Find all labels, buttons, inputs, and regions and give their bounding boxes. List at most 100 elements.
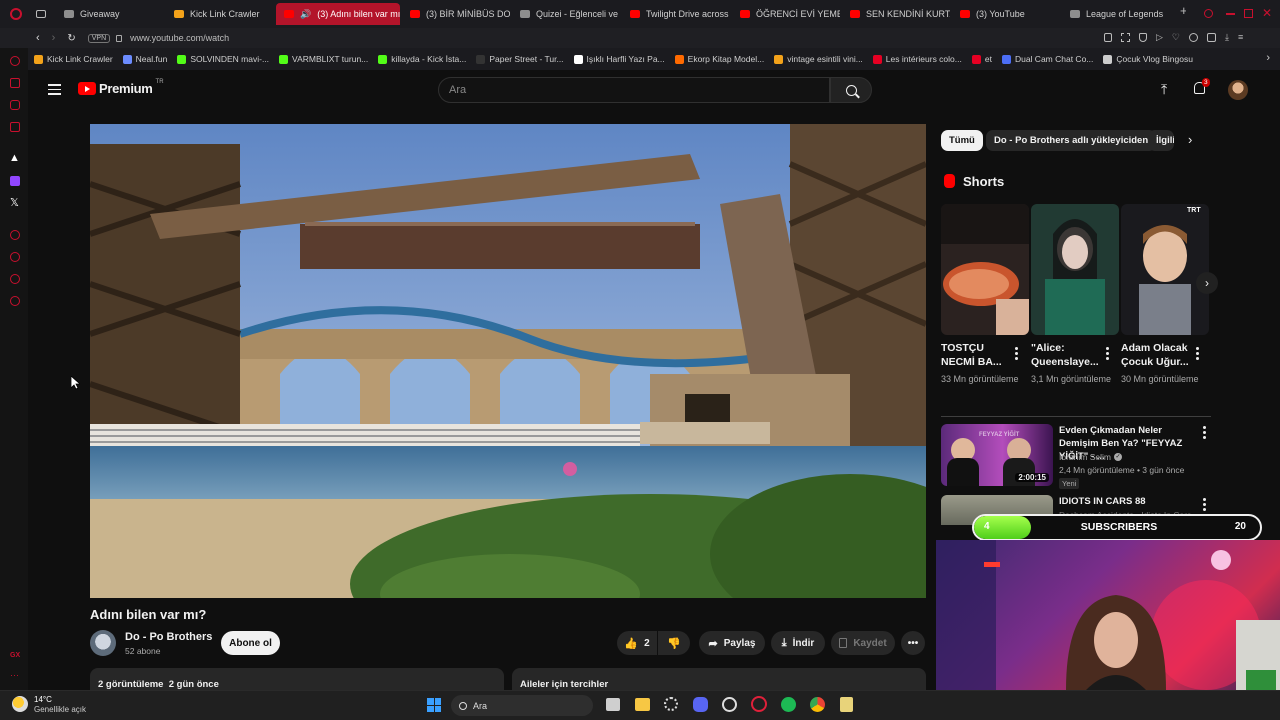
video-player[interactable] <box>90 124 926 598</box>
short-title[interactable]: "Alice: Queenslaye... <box>1031 341 1101 369</box>
tab-twilight-drive[interactable]: Twilight Drive across <box>622 3 730 25</box>
shorts-next-chevron-icon[interactable]: › <box>1196 272 1218 294</box>
bookmark-item[interactable]: vintage esintili vini... <box>774 54 863 64</box>
heart-icon[interactable]: ♡ <box>1172 33 1180 42</box>
tab-sen-kendini[interactable]: SEN KENDİNİ KURTA <box>842 3 950 25</box>
description-box[interactable]: 2 görüntüleme 2 gün önce <box>90 668 504 690</box>
save-button[interactable]: Kaydet <box>831 631 895 655</box>
bookmark-item[interactable]: Neal.fun <box>122 54 167 64</box>
kebab-menu-icon[interactable] <box>1203 426 1206 441</box>
taskbar-search-box[interactable]: Ara <box>451 695 593 716</box>
tab-youtube[interactable]: (3) YouTube <box>952 3 1060 25</box>
messenger-icon[interactable] <box>10 78 20 88</box>
minimize-icon[interactable] <box>1226 13 1235 15</box>
tab-minibus[interactable]: (3) BİR MİNİBÜS DOL <box>402 3 510 25</box>
search-button[interactable] <box>830 77 872 103</box>
short-title[interactable]: TOSTÇU NECMİ BA... <box>941 341 1011 369</box>
tab-kick-link-crawler[interactable]: Kick Link Crawler <box>166 3 274 25</box>
more-actions-button[interactable]: ••• <box>901 631 925 655</box>
x-twitter-icon[interactable]: 𝕏 <box>10 196 19 209</box>
settings-gear-icon[interactable] <box>10 296 20 306</box>
short-title[interactable]: Adam Olacak Çocuk Uğur... <box>1121 341 1191 369</box>
share-button[interactable]: ➦ Paylaş <box>699 631 765 655</box>
url-field[interactable]: www.youtube.com/watch <box>130 33 229 43</box>
snapshot-icon[interactable] <box>1121 33 1130 42</box>
new-tab-icon[interactable]: + <box>1180 3 1186 25</box>
player-icon[interactable] <box>10 230 20 240</box>
subscribe-button[interactable]: Abone ol <box>221 631 280 655</box>
recommended-thumbnail[interactable]: FEYYAZ YİĞİT 2:00:15 <box>941 424 1053 486</box>
spotify-icon[interactable] <box>781 697 796 712</box>
chrome-icon[interactable] <box>810 697 825 712</box>
recommended-video[interactable]: FEYYAZ YİĞİT 2:00:15 Evden Çıkmadan Nele… <box>941 424 1211 489</box>
avatar[interactable] <box>1228 80 1248 100</box>
search-tabs-icon[interactable] <box>1204 9 1213 18</box>
download-icon[interactable]: ⤓ <box>1225 33 1229 42</box>
back-icon[interactable]: ‹ <box>36 32 40 44</box>
bookmark-item[interactable]: Ekorp Kitap Model... <box>674 54 764 64</box>
bookmark-item[interactable]: Les intérieurs colo... <box>872 54 962 64</box>
speaker-icon[interactable]: 🔊 <box>300 9 311 20</box>
upload-icon[interactable]: ⤒ <box>1161 81 1167 98</box>
app-icon[interactable] <box>840 697 853 712</box>
gx-icon[interactable]: GX <box>10 652 20 659</box>
bookmark-item[interactable]: Dual Cam Chat Co... <box>1001 54 1093 64</box>
menu-icon[interactable]: ≡ <box>1238 33 1243 42</box>
flows-icon[interactable] <box>10 274 20 284</box>
forward-icon[interactable]: › <box>52 32 56 44</box>
opera-logo-icon[interactable] <box>10 8 22 20</box>
channel-name[interactable]: Do - Po Brothers <box>125 631 212 643</box>
opera-gx-taskbar-icon[interactable] <box>751 696 767 712</box>
maximize-icon[interactable] <box>1244 9 1253 18</box>
kebab-menu-icon[interactable] <box>1015 347 1018 362</box>
chat-icon[interactable] <box>10 100 20 110</box>
weather-temp[interactable]: 14°C <box>34 695 52 704</box>
short-thumbnail[interactable]: TRT <box>1121 204 1209 335</box>
hamburger-menu-icon[interactable] <box>48 84 61 95</box>
short-thumbnail[interactable] <box>941 204 1029 335</box>
twitch-icon[interactable] <box>10 176 20 186</box>
chip-from-uploader[interactable]: Do - Po Brothers adlı yükleyiciden <box>986 130 1157 151</box>
bookmark-item[interactable]: VARMBLIXT turun... <box>279 54 368 64</box>
like-button[interactable]: 👍 2 <box>617 631 657 655</box>
discord-icon[interactable] <box>693 697 708 712</box>
aria-ai-icon[interactable]: ▲ <box>9 152 20 164</box>
instagram-icon[interactable] <box>10 122 20 132</box>
tab-quizei[interactable]: Quizei - Eğlenceli ve <box>512 3 620 25</box>
history-icon[interactable] <box>10 252 20 262</box>
notifications-button[interactable]: 3 <box>1194 78 1210 94</box>
settings-app-icon[interactable] <box>664 697 678 711</box>
pin-icon[interactable] <box>1104 33 1112 42</box>
steam-icon[interactable] <box>722 697 737 712</box>
bookmark-item[interactable]: Işıklı Harfli Yazı Pa... <box>573 54 665 64</box>
youtube-premium-logo[interactable]: Premium TR <box>78 79 164 96</box>
tab-grid-icon[interactable] <box>36 10 46 18</box>
wallet-icon[interactable] <box>1207 33 1216 42</box>
bookmark-item[interactable]: Paper Street - Tur... <box>476 54 564 64</box>
more-dots-icon[interactable]: ··· <box>10 670 19 680</box>
tab-active-video[interactable]: 🔊 (3) Adını bilen var mı? <box>276 3 400 25</box>
chip-related[interactable]: İlgili <box>1148 130 1174 151</box>
weather-desc[interactable]: Genellikle açık <box>34 705 86 714</box>
bookmark-item[interactable]: SOLVINDEN mavi-... <box>177 54 269 64</box>
kebab-menu-icon[interactable] <box>1196 347 1199 362</box>
vpn-badge[interactable]: VPN <box>87 33 111 43</box>
aria-icon[interactable] <box>10 56 20 66</box>
extensions-icon[interactable] <box>1189 33 1198 42</box>
shield-icon[interactable] <box>1139 33 1147 42</box>
recommended-channel[interactable]: İbrahim Selim ✓ <box>1059 452 1122 462</box>
weather-icon[interactable] <box>12 696 28 712</box>
reload-icon[interactable]: ↻ <box>67 33 75 44</box>
download-button[interactable]: ⤓ İndir <box>771 631 825 655</box>
bookmark-item[interactable]: et <box>971 54 992 64</box>
bookmark-item[interactable]: Kick Link Crawler <box>34 54 113 64</box>
dislike-button[interactable]: 👎 <box>658 631 690 655</box>
channel-avatar[interactable] <box>90 630 116 656</box>
family-preferences-box[interactable]: Aileler için tercihler <box>512 668 926 690</box>
tab-ogrenci-evi[interactable]: ÖĞRENCİ EVİ YEMEK <box>732 3 840 25</box>
task-view-icon[interactable] <box>606 698 620 711</box>
file-explorer-icon[interactable] <box>635 698 650 711</box>
chip-all[interactable]: Tümü <box>941 130 983 151</box>
windows-start-icon[interactable] <box>427 698 441 712</box>
recommended-title[interactable]: IDIOTS IN CARS 88 <box>1059 496 1146 507</box>
